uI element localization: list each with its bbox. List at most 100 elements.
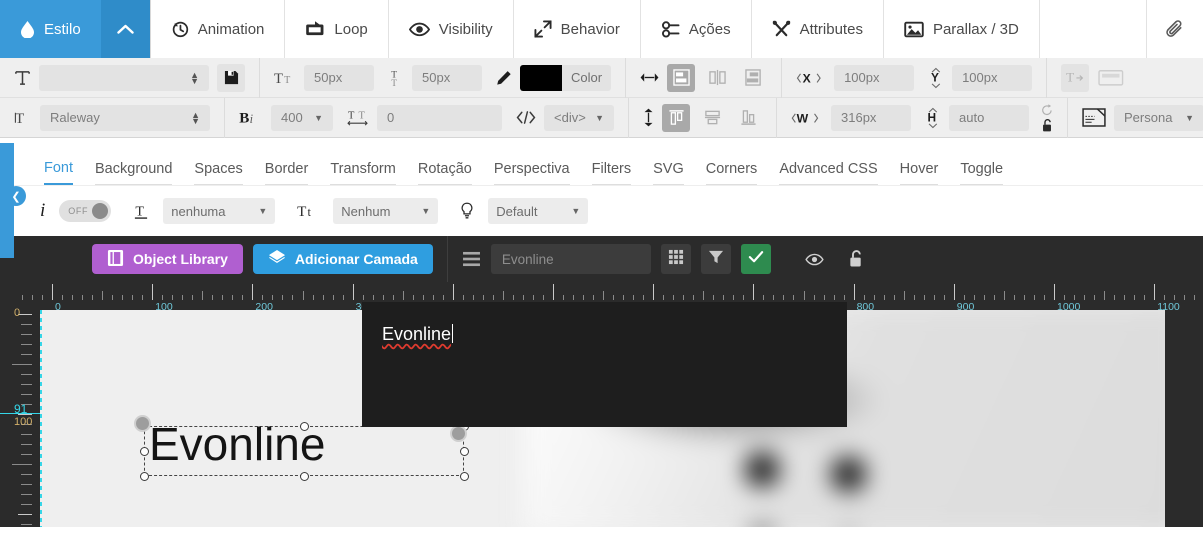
tab-loop[interactable]: Loop <box>285 0 389 58</box>
align-left-button[interactable] <box>667 63 696 92</box>
resize-handle-mr[interactable] <box>460 447 469 456</box>
tab-visibility[interactable]: Visibility <box>388 0 514 58</box>
box-shape-button[interactable] <box>1097 64 1125 92</box>
italic-toggle[interactable]: OFF <box>59 200 112 222</box>
ruler-tick <box>12 364 32 365</box>
ruler-tick <box>803 291 805 300</box>
tab-acoes[interactable]: Ações <box>640 0 752 58</box>
tab-parallax-3d[interactable]: Parallax / 3D <box>883 0 1040 58</box>
letter-spacing-icon: TT <box>347 108 369 127</box>
overlay-text-editor[interactable]: Evonline <box>382 324 454 348</box>
valign-bottom-button[interactable] <box>734 104 762 132</box>
tab-estilo[interactable]: Estilo <box>0 0 101 58</box>
subtab-font[interactable]: Font <box>44 160 74 185</box>
tab-animation[interactable]: Animation <box>150 0 286 58</box>
ruler-tick <box>1033 295 1035 300</box>
text-color-picker[interactable]: Color <box>520 64 612 91</box>
height-input[interactable]: auto <box>949 104 1029 131</box>
ruler-tick <box>903 291 905 300</box>
ruler-tick <box>72 295 74 300</box>
resize-handle-bl[interactable] <box>140 472 149 481</box>
subtab-perspectiva[interactable]: Perspectiva <box>493 161 570 185</box>
add-layer-button[interactable]: Adicionar Camada <box>252 244 433 274</box>
resize-handle-br[interactable] <box>460 472 469 481</box>
color-swatch[interactable] <box>520 64 562 91</box>
panel-collapse-button[interactable]: ❮ <box>6 186 26 206</box>
confirm-button[interactable] <box>740 244 771 274</box>
ruler-tick <box>913 295 915 300</box>
toggle-knob <box>92 203 109 219</box>
subtab-svg[interactable]: SVG <box>653 161 684 185</box>
subtab-toggle[interactable]: Toggle <box>960 161 1004 185</box>
ruler-tick <box>222 295 224 300</box>
ruler-tick <box>452 284 454 300</box>
persona-select[interactable]: Persona ▼ <box>1114 104 1203 131</box>
hamburger-menu-icon[interactable] <box>462 251 481 267</box>
ruler-tick <box>21 524 32 525</box>
lock-open-icon[interactable] <box>1041 118 1053 132</box>
object-library-button[interactable]: Object Library <box>92 244 243 274</box>
x-position-input[interactable]: 100px <box>834 64 915 91</box>
subtab-border[interactable]: Border <box>264 161 309 185</box>
text-style-select[interactable]: ▲ ▼ <box>39 64 209 91</box>
layer-name-input[interactable]: Evonline <box>490 244 651 274</box>
ruler-tick <box>21 295 23 300</box>
text-shadow-select[interactable]: Default ▼ <box>488 198 589 224</box>
resize-handle-bc[interactable] <box>300 472 309 481</box>
grid-view-button[interactable] <box>660 244 691 274</box>
ruler-tick <box>112 295 114 300</box>
ruler-tick <box>21 504 32 505</box>
subtab-advanced-css[interactable]: Advanced CSS <box>779 161 878 185</box>
pencil-icon[interactable] <box>496 70 512 86</box>
subtab-hover[interactable]: Hover <box>899 161 939 185</box>
y-value: 100px <box>962 70 998 85</box>
valign-middle-button[interactable] <box>698 104 726 132</box>
resize-handle-ml[interactable] <box>140 447 149 456</box>
subtab-filters[interactable]: Filters <box>591 161 632 185</box>
subtab-corners[interactable]: Corners <box>705 161 758 185</box>
subtab-background[interactable]: Background <box>95 161 173 185</box>
rotate-handle-tr[interactable] <box>450 425 467 442</box>
text-decoration-select[interactable]: nenhuma ▼ <box>163 198 276 224</box>
text-flow-button[interactable]: T <box>1061 63 1090 92</box>
y-position-input[interactable]: 100px <box>952 64 1033 91</box>
lock-open-icon[interactable] <box>848 250 864 268</box>
tab-label: Animation <box>197 20 265 38</box>
code-tag-icon[interactable] <box>516 110 536 125</box>
text-transform-select[interactable]: Nenhum ▼ <box>333 198 439 224</box>
align-right-button[interactable] <box>739 64 767 92</box>
top-tab-bar: Estilo Animation Loop Visibility Behavio… <box>0 0 1203 58</box>
font-size-input[interactable]: 50px <box>304 64 374 91</box>
ruler-tick <box>21 354 32 355</box>
ruler-tick <box>512 295 514 300</box>
spinner-icon: ▲ ▼ <box>191 109 200 126</box>
toolbar-row-2: T Raleway ▲ ▼ Bi 400 ▼ TT 0 <div> ▼ W 31… <box>0 97 1203 138</box>
subtab-transform[interactable]: Transform <box>330 161 396 185</box>
align-center-button[interactable] <box>703 64 731 92</box>
tab-attributes[interactable]: Attributes <box>751 0 884 58</box>
valign-top-button[interactable] <box>662 103 690 132</box>
attachment-button[interactable] <box>1147 0 1203 58</box>
eye-icon[interactable] <box>805 253 824 266</box>
responsive-corner-icon[interactable] <box>1082 108 1106 127</box>
tab-collapse-toggle[interactable] <box>100 0 151 58</box>
letter-spacing-input[interactable]: 0 <box>377 104 502 131</box>
ruler-tick <box>122 295 124 300</box>
vertical-ruler[interactable]: 0 91 100 <box>0 307 40 527</box>
save-style-button[interactable] <box>217 63 245 92</box>
tab-behavior[interactable]: Behavior <box>513 0 641 58</box>
italic-icon: i <box>40 200 46 221</box>
resize-handle-tc[interactable] <box>300 422 309 431</box>
rotate-handle-tl[interactable] <box>134 415 151 432</box>
font-weight-select[interactable]: 400 ▼ <box>271 104 333 131</box>
subtab-spaces[interactable]: Spaces <box>194 161 243 185</box>
subtab-rotacao[interactable]: Rotação <box>417 161 472 185</box>
font-family-select[interactable]: Raleway ▲ ▼ <box>40 104 210 131</box>
width-input[interactable]: 316px <box>831 104 911 131</box>
text-edit-overlay[interactable]: Evonline <box>362 302 847 427</box>
filter-button[interactable] <box>700 244 731 274</box>
reset-arrow-icon[interactable] <box>1041 103 1053 116</box>
line-height-input[interactable]: 50px <box>412 64 482 91</box>
html-tag-select[interactable]: <div> ▼ <box>544 104 614 131</box>
selected-text-element[interactable]: Evonline <box>134 415 469 481</box>
